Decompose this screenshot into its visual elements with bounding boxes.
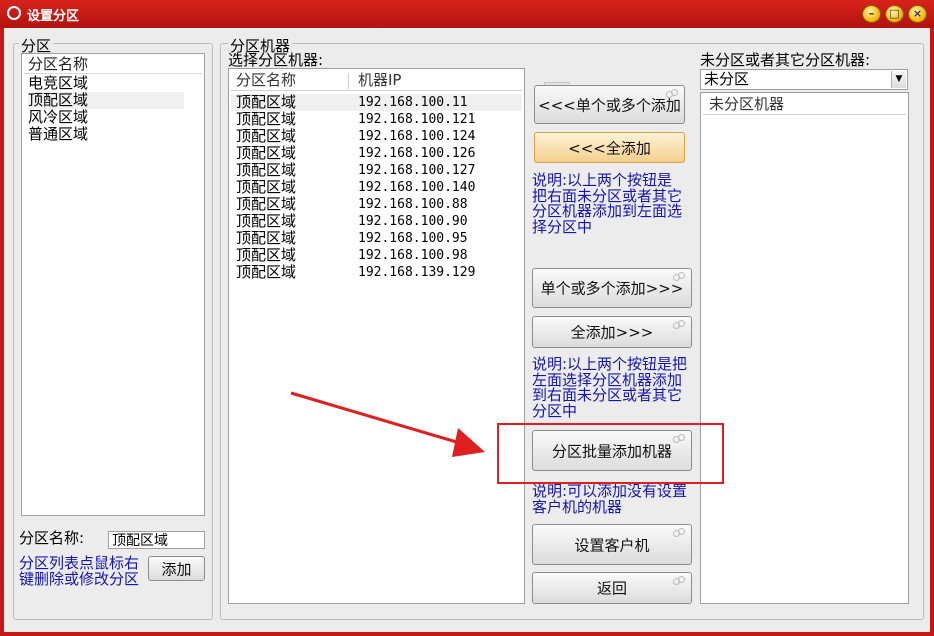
dialog-client: 分区 分区名称 电竞区域顶配区域风冷区域普通区域 分区名称: 分区列表点鼠标右键… (4, 28, 930, 632)
minimize-icon: – (868, 7, 875, 20)
dropdown-arrow-icon[interactable]: ▼ (891, 71, 906, 88)
corner-decoration-icon (666, 89, 680, 99)
add-selected-to-partition-button[interactable]: <<<单个或多个添加 (534, 85, 685, 124)
table-row[interactable]: 顶配区域 192.168.100.98 (231, 247, 522, 264)
annotation-highlight-box (497, 423, 724, 484)
cell-machine-ip: 192.168.100.88 (358, 197, 468, 212)
cell-machine-ip: 192.168.100.11 (358, 95, 468, 110)
table-header: 分区名称 机器IP (231, 71, 522, 91)
cell-partition-name: 顶配区域 (236, 178, 297, 196)
cell-partition-name: 顶配区域 (236, 161, 297, 179)
column-header-ip[interactable]: 机器IP (358, 72, 401, 89)
add-all-to-partition-label: <<<全添加 (568, 139, 651, 157)
partition-list-item[interactable]: 顶配区域 (28, 92, 184, 109)
partition-list-header[interactable]: 分区名称 (28, 56, 88, 73)
partition-name-input[interactable] (108, 531, 205, 549)
corner-decoration-icon (673, 272, 687, 282)
corner-decoration-icon (673, 528, 687, 538)
table-row[interactable]: 顶配区域 192.168.100.121 (231, 111, 522, 128)
cell-machine-ip: 192.168.139.129 (358, 265, 476, 280)
unassigned-list-header[interactable]: 未分区机器 (703, 95, 906, 115)
cell-machine-ip: 192.168.100.95 (358, 231, 468, 246)
table-row[interactable]: 顶配区域 192.168.100.90 (231, 213, 522, 230)
cell-machine-ip: 192.168.100.90 (358, 214, 468, 229)
add-selected-to-partition-label: <<<单个或多个添加 (538, 96, 681, 114)
close-icon: × (912, 7, 923, 20)
add-all-to-unassigned-label: 全添加>>> (570, 323, 654, 342)
title-bar[interactable]: 设置分区 – □ × (0, 0, 934, 28)
cell-partition-name: 顶配区域 (236, 212, 297, 230)
cell-machine-ip: 192.168.100.140 (358, 180, 476, 195)
add-all-to-unassigned-button[interactable]: 全添加>>> (532, 316, 692, 348)
corner-decoration-icon (673, 320, 687, 330)
cell-partition-name: 顶配区域 (236, 144, 297, 162)
partition-list[interactable]: 分区名称 电竞区域 顶配区域 风冷区域 普通区域 (21, 53, 205, 516)
table-row[interactable]: 顶配区域 192.168.100.124 (231, 128, 522, 145)
maximize-icon: □ (889, 7, 900, 20)
partition-list-item[interactable]: 风冷区域 (28, 109, 88, 126)
cell-partition-name: 顶配区域 (236, 127, 297, 145)
cell-machine-ip: 192.168.100.124 (358, 129, 476, 144)
set-client-label: 设置客户机 (574, 536, 650, 554)
partition-list-item[interactable]: 普通区域 (28, 126, 88, 143)
set-client-button[interactable]: 设置客户机 (532, 524, 692, 565)
table-row[interactable]: 顶配区域 192.168.100.95 (231, 230, 522, 247)
partition-filter-select[interactable]: 未分区 ▼ (700, 69, 908, 90)
table-row[interactable]: 顶配区域 192.168.100.11 (231, 94, 522, 111)
add-partition-button[interactable]: 添加 (148, 556, 205, 581)
add-selected-to-unassigned-label: 单个或多个添加>>> (540, 279, 684, 298)
add-partition-label: 添加 (161, 560, 192, 578)
cell-machine-ip: 192.168.100.121 (358, 112, 476, 127)
unassigned-machines-list[interactable]: 未分区机器 (700, 92, 909, 604)
cell-partition-name: 顶配区域 (236, 195, 297, 213)
cell-machine-ip: 192.168.100.126 (358, 146, 476, 161)
maximize-button[interactable]: □ (885, 5, 904, 23)
cell-machine-ip: 192.168.100.98 (358, 248, 468, 263)
note-add-to-unassigned: 说明:以上两个按钮是把左面选择分区机器添加到右面未分区或者其它分区中 (532, 355, 688, 420)
unassigned-machines-label: 未分区或者其它分区机器: (700, 51, 871, 69)
cell-partition-name: 顶配区域 (236, 229, 297, 247)
minimize-button[interactable]: – (862, 5, 881, 23)
cell-partition-name: 顶配区域 (236, 263, 297, 281)
note-batch-add: 说明:可以添加没有设置客户机的机器 (532, 482, 688, 516)
window-title: 设置分区 (27, 9, 80, 24)
table-row[interactable]: 顶配区域 192.168.100.127 (231, 162, 522, 179)
cell-partition-name: 顶配区域 (236, 110, 297, 128)
select-machines-label: 选择分区机器: (228, 51, 324, 69)
unassigned-list-header-label: 未分区机器 (709, 95, 785, 113)
table-row[interactable]: 顶配区域 192.168.100.88 (231, 196, 522, 213)
partition-filter-value: 未分区 (704, 70, 750, 88)
cell-machine-ip: 192.168.100.127 (358, 163, 476, 178)
cell-partition-name: 顶配区域 (236, 93, 297, 111)
table-row[interactable]: 顶配区域 192.168.100.126 (231, 145, 522, 162)
table-row[interactable]: 顶配区域 192.168.100.140 (231, 179, 522, 196)
partition-list-item[interactable]: 电竞区域 (28, 75, 88, 92)
add-all-to-partition-button[interactable]: <<<全添加 (534, 132, 685, 163)
partition-machines-table[interactable]: 分区名称 机器IP 顶配区域 192.168.100.11 顶配区域 192.168.… (228, 68, 525, 604)
back-label: 返回 (596, 579, 627, 598)
corner-decoration-icon (673, 576, 687, 586)
note-add-to-partition: 说明:以上两个按钮是把右面未分区或者其它分区机器添加到左面选择分区中 (532, 171, 683, 236)
app-window: 设置分区 – □ × 分区 分区名称 电竞区域 顶配区域 风冷区域 普通区域 分区名称… (0, 0, 934, 636)
column-header-partition[interactable]: 分区名称 (236, 72, 296, 89)
cell-partition-name: 顶配区域 (236, 246, 297, 264)
close-button[interactable]: × (908, 5, 927, 23)
app-icon (7, 6, 21, 20)
table-row[interactable]: 顶配区域 192.168.139.129 (231, 264, 522, 281)
partition-name-label: 分区名称: (19, 529, 85, 547)
add-selected-to-unassigned-button[interactable]: 单个或多个添加>>> (532, 268, 692, 308)
partition-list-hint: 分区列表点鼠标右键删除或修改分区 (19, 554, 140, 588)
back-button[interactable]: 返回 (532, 572, 692, 604)
